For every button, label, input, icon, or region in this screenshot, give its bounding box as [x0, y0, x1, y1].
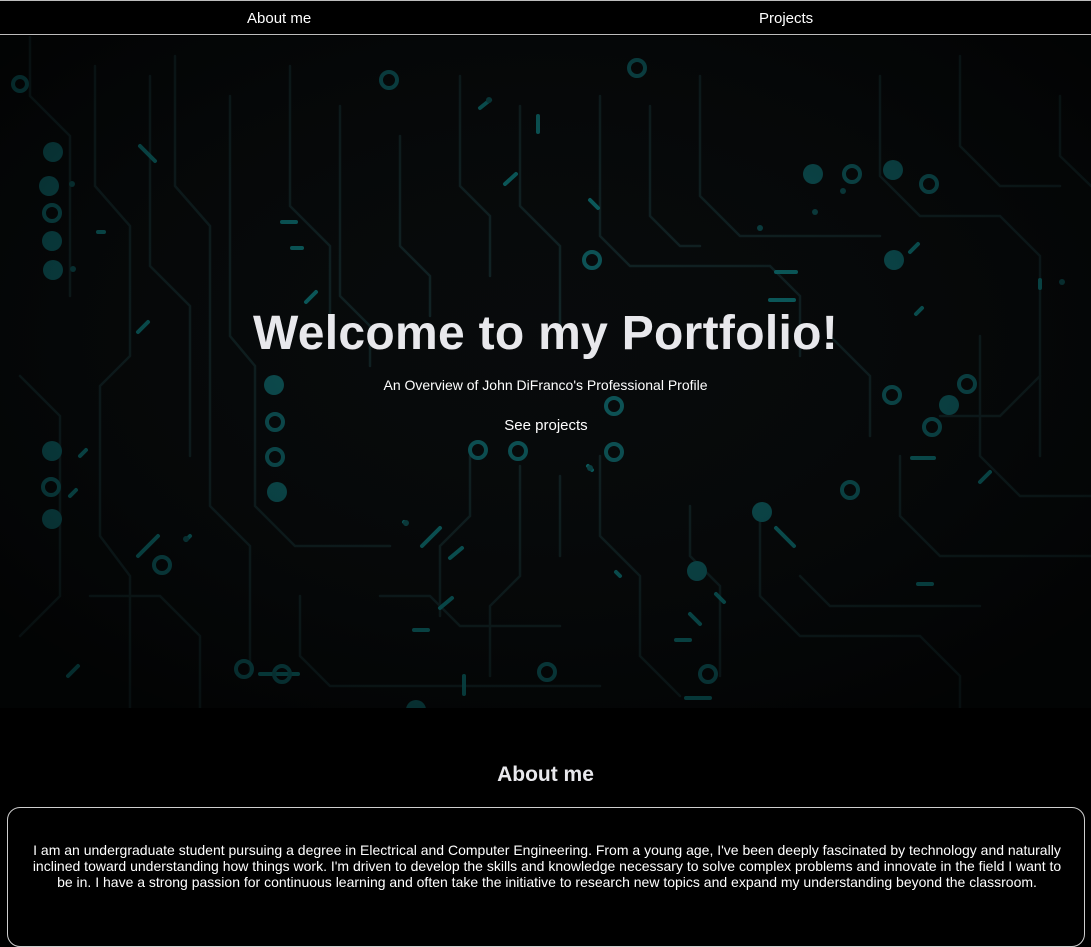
top-navbar: About me Projects	[0, 0, 1091, 35]
hero-section: Welcome to my Portfolio! An Overview of …	[0, 36, 1091, 708]
see-projects-button[interactable]: See projects	[490, 415, 602, 437]
hero-subtitle: An Overview of John DiFranco's Professio…	[383, 377, 708, 393]
hero-title: Welcome to my Portfolio!	[252, 307, 839, 360]
about-section: About me I am an undergraduate student p…	[0, 708, 1091, 947]
about-card: I am an undergraduate student pursuing a…	[7, 807, 1085, 947]
nav-link-about[interactable]: About me	[247, 1, 311, 36]
about-body-text: I am an undergraduate student pursuing a…	[32, 842, 1062, 891]
nav-link-projects[interactable]: Projects	[759, 1, 813, 36]
hero-content: Welcome to my Portfolio! An Overview of …	[0, 36, 1091, 708]
about-heading: About me	[497, 763, 594, 786]
